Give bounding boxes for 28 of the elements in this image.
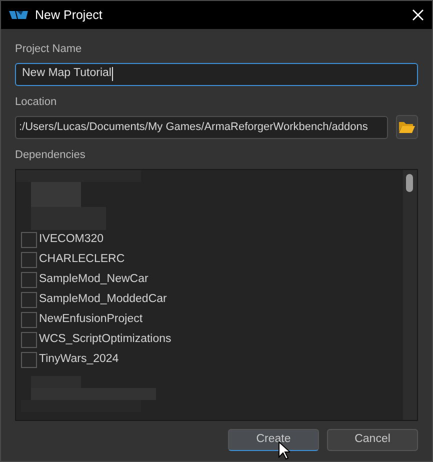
create-button[interactable]: Create (228, 428, 319, 450)
checkbox[interactable] (21, 252, 37, 268)
checkbox[interactable] (21, 352, 37, 368)
location-field[interactable]: :/Users/Lucas/Documents/My Games/ArmaReforgerWorkbench/addons (15, 116, 388, 138)
field-label: Project Name (15, 42, 83, 57)
cancel-button[interactable]: Cancel (327, 428, 418, 450)
folder-icon (398, 121, 415, 133)
close-button[interactable] (412, 9, 424, 21)
window-title: New Project (35, 6, 104, 24)
app-logo-icon (9, 11, 29, 19)
field-label: Location (15, 94, 58, 110)
project-name-field[interactable]: New Map Tutorial (15, 62, 418, 86)
field-label: Dependencies (15, 148, 86, 163)
checkbox-label: SampleMod_NewCar (39, 272, 148, 287)
checkbox-label: CHARLECLERC (39, 252, 125, 267)
checkbox-label: NewEnfusionProject (39, 312, 143, 327)
checkbox[interactable] (21, 232, 37, 248)
checkbox-label: TinyWars_2024 (39, 352, 119, 367)
checkbox-label: SampleMod_ModdedCar (39, 292, 167, 307)
checkbox-label: IVECOM320 (39, 232, 104, 247)
checkbox[interactable] (21, 332, 37, 348)
checkbox[interactable] (21, 272, 37, 288)
cursor-icon (278, 440, 290, 460)
checkbox-label: WCS_ScriptOptimizations (39, 332, 172, 347)
browse-button[interactable] (396, 115, 418, 139)
checkbox[interactable] (21, 312, 37, 328)
checkbox[interactable] (21, 292, 37, 308)
scrollbar-thumb[interactable] (406, 174, 413, 192)
